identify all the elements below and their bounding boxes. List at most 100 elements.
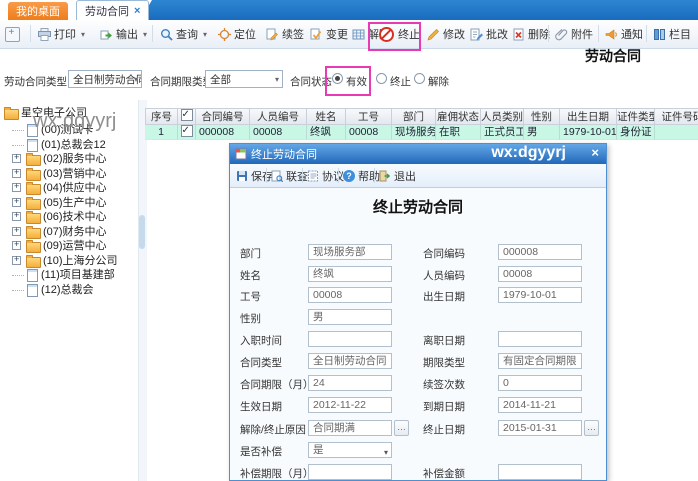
tree-scrollbar[interactable] [138,100,147,481]
expand-plus-icon[interactable] [12,227,21,236]
exit-button[interactable]: 退出 [379,168,416,184]
field-label: 终止日期 [423,422,465,437]
radio-released[interactable] [414,73,425,84]
change-button[interactable]: 变更 [310,24,348,44]
attachment-button[interactable]: 附件 [555,24,593,44]
approve-button[interactable]: 批改 [470,24,508,44]
toolbar-separator [548,25,549,42]
cell-birth-date: 1979-10-01 [560,125,617,140]
header-seq[interactable]: 序号 [145,108,178,125]
toolbar-separator [152,25,153,42]
form-row: 合同期限（月） 24 续签次数 0 [230,375,606,393]
field-label: 合同编码 [423,246,465,261]
compensation-amount-field[interactable] [498,464,582,480]
contract-type-field[interactable]: 全日制劳动合同 [308,353,392,369]
contract-months-field[interactable]: 24 [308,375,392,391]
leave-date-field[interactable] [498,331,582,347]
expand-plus-icon[interactable] [12,169,21,178]
term-type-select[interactable]: 全部 [205,70,283,88]
hire-time-field[interactable] [308,331,392,347]
compensation-months-field[interactable] [308,464,392,480]
release-icon [352,28,365,41]
header-contract-no[interactable]: 合同编号 [196,108,250,125]
tree-scrollbar-thumb[interactable] [139,215,145,249]
header-employment-status[interactable]: 雇佣状态 [436,108,481,125]
toolbar-separator [374,168,375,183]
export-button[interactable]: 输出 [100,24,147,44]
radio-terminated[interactable] [376,73,387,84]
browse-button[interactable] [394,420,409,436]
cell-work-no: 00008 [346,125,392,140]
expand-plus-icon[interactable] [12,241,21,250]
folder-icon [26,184,41,195]
table-row[interactable]: 1 000008 00008 终飒 00008 现场服务部 在职 正式员工 男 … [145,125,698,140]
name-field[interactable]: 终飒 [308,266,392,282]
dialog-titlebar[interactable]: 终止劳动合同 wx:dgyyrj × [230,144,606,164]
notify-icon [605,28,618,41]
expand-plus-icon[interactable] [12,212,21,221]
header-work-no[interactable]: 工号 [346,108,392,125]
contract-type-select[interactable]: 全日制劳动合同 [68,70,142,88]
delete-icon [512,28,525,41]
field-label: 性别 [240,311,261,326]
term-type-field[interactable]: 有固定合同期限 [498,353,582,369]
new-tab-button[interactable] [5,24,20,44]
compensation-select[interactable]: 是 [308,442,392,458]
renewal-count-field[interactable]: 0 [498,375,582,391]
save-button[interactable]: 保存 [236,168,273,184]
person-code-field[interactable]: 00008 [498,266,582,282]
expiry-date-field[interactable]: 2014-11-21 [498,397,582,413]
header-id-number[interactable]: 证件号码 [655,108,698,125]
notify-button[interactable]: 通知 [605,24,643,44]
modify-button[interactable]: 修改 [427,24,465,44]
expand-plus-icon[interactable] [12,198,21,207]
cell-department: 现场服务部 [392,125,436,140]
form-row: 是否补偿 是 [230,442,606,460]
dialog-close-icon[interactable]: × [591,146,599,160]
contract-code-field[interactable]: 000008 [498,244,582,260]
columns-button[interactable]: 栏目 [653,24,691,44]
date-picker-button[interactable] [584,420,599,436]
header-person-no[interactable]: 人员编号 [250,108,307,125]
tab-labor-contract[interactable]: 劳动合同 × [76,0,149,20]
effective-date-field[interactable]: 2012-11-22 [308,397,392,413]
header-id-type[interactable]: 证件类型 [617,108,655,125]
work-no-field[interactable]: 00008 [308,287,392,303]
query-button[interactable]: 查询 [160,24,207,44]
row-checkbox-icon[interactable] [181,125,193,137]
gender-field[interactable]: 男 [308,309,392,325]
header-checkbox[interactable] [178,108,196,125]
folder-icon [26,170,41,181]
dialog-heading: 终止劳动合同 [230,196,606,217]
print-button[interactable]: 打印 [38,24,85,44]
department-field[interactable]: 现场服务部 [308,244,392,260]
dialog-toolbar: 保存 联查 协议 帮助 退出 [230,164,606,188]
renew-button[interactable]: 续签 [266,24,304,44]
header-gender[interactable]: 性别 [524,108,560,125]
folder-open-icon [4,109,19,120]
expand-plus-icon[interactable] [12,154,21,163]
delete-button[interactable]: 删除 [512,24,550,44]
birth-date-field[interactable]: 1979-10-01 [498,287,582,303]
field-label: 解除/终止原因 [240,422,306,437]
contract-type-label: 劳动合同类型 [4,74,67,89]
terminate-date-field[interactable]: 2015-01-31 [498,420,582,436]
document-icon [27,269,38,282]
locate-button[interactable]: 定位 [218,24,256,44]
expand-plus-icon[interactable] [12,183,21,192]
header-person-category[interactable]: 人员类别 [481,108,524,125]
field-label: 出生日期 [423,289,465,304]
terminate-reason-field[interactable]: 合同期满 [308,420,392,436]
tab-my-desktop[interactable]: 我的桌面 [8,2,68,20]
radio-valid[interactable] [332,73,343,84]
expand-plus-icon[interactable] [12,256,21,265]
header-checkbox-icon[interactable] [181,109,193,121]
header-department[interactable]: 部门 [392,108,436,125]
header-name[interactable]: 姓名 [307,108,346,125]
terminate-button[interactable]: 终止 [376,24,420,44]
folder-icon [26,199,41,210]
tab-close-icon[interactable]: × [134,5,140,17]
cell-checkbox[interactable] [178,125,196,140]
header-birth-date[interactable]: 出生日期 [560,108,617,125]
tabbar-blue-fill [140,0,698,20]
